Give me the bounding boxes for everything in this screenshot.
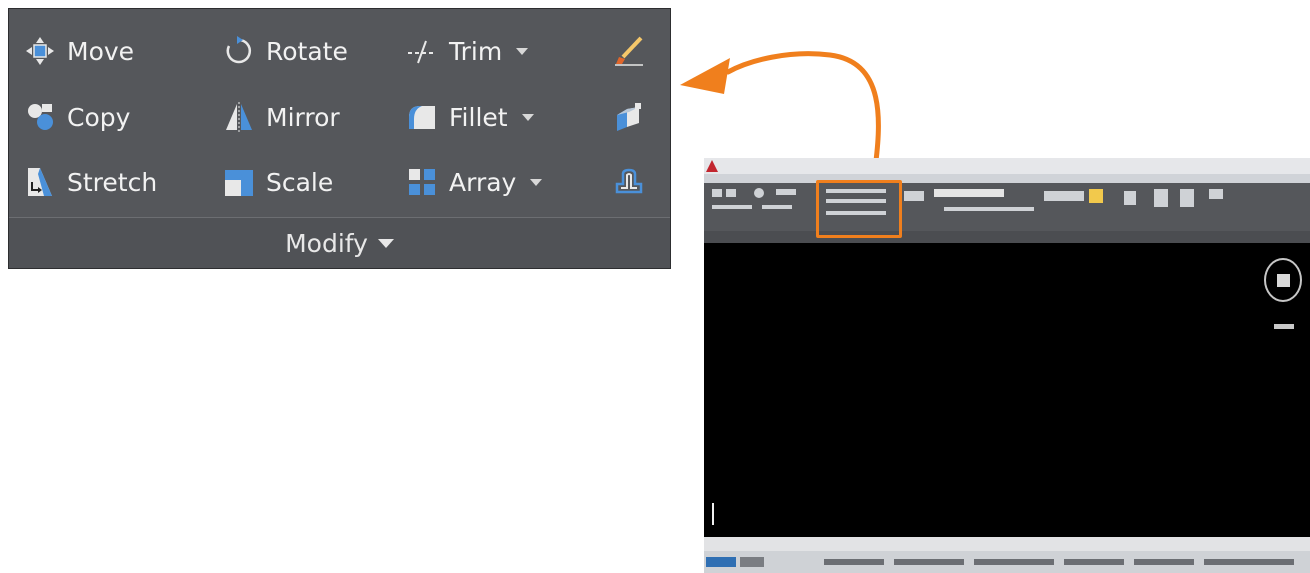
- app-logo-icon: [706, 160, 718, 172]
- viewcube-icon[interactable]: [1264, 258, 1302, 302]
- application-window-thumbnail: [704, 158, 1310, 573]
- navigation-bar[interactable]: [1274, 324, 1294, 329]
- ucs-icon: [712, 503, 714, 525]
- thumbnail-ribbon-tools: [712, 188, 1223, 215]
- callout-arrowhead: [680, 58, 730, 94]
- status-bar: [704, 551, 1310, 573]
- thumbnail-panel-titles: [704, 231, 1310, 243]
- thumbnail-title-bar: [704, 158, 1310, 174]
- thumbnail-ribbon-tabs: [704, 174, 1310, 183]
- modify-panel-highlight: [816, 180, 902, 238]
- command-line[interactable]: [704, 537, 1310, 551]
